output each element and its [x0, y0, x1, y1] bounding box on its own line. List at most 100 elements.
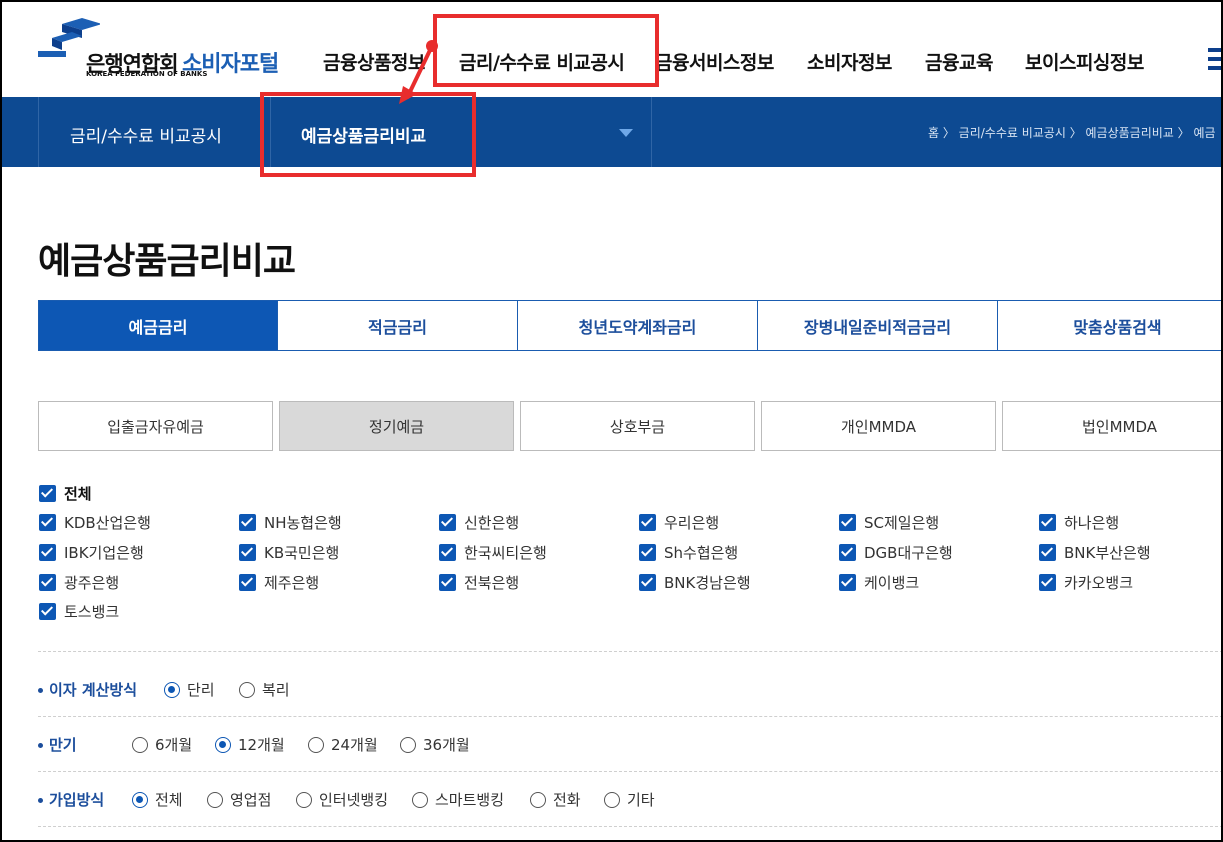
checkbox-bank[interactable]: KB국민은행 [239, 542, 339, 563]
tab-custom-search[interactable]: 맞춤상품검색 [998, 300, 1223, 351]
radio-join-branch[interactable]: 영업점 [207, 789, 271, 810]
radio-label: 12개월 [238, 736, 285, 754]
subnav-level1[interactable]: 금리/수수료 비교공시 [70, 122, 222, 147]
interest-calc-label: 이자 계산방식 [38, 679, 137, 700]
checkbox-bank[interactable]: 하나은행 [1039, 512, 1119, 533]
checkbox-label: 신한은행 [464, 514, 520, 532]
radio-empty-icon [412, 791, 428, 808]
checkbox-label: 우리은행 [664, 514, 720, 532]
radio-label: 단리 [187, 681, 215, 699]
checkbox-bank[interactable]: NH농협은행 [239, 512, 342, 533]
checkbox-bank[interactable]: 광주은행 [39, 572, 119, 593]
site-logo[interactable]: 은행연합회 KOREA FEDERATION OF BANKS 소비자포털 [38, 18, 288, 80]
checkbox-checked-icon [39, 485, 56, 502]
deposit-type-tabs: 입출금자유예금 정기예금 상호부금 개인MMDA 법인MMDA [38, 401, 1223, 451]
checkbox-label: 전체 [64, 485, 92, 503]
checkbox-bank[interactable]: IBK기업은행 [39, 542, 144, 563]
radio-term-36[interactable]: 36개월 [400, 734, 470, 755]
checkbox-checked-icon [239, 544, 256, 561]
radio-term-24[interactable]: 24개월 [308, 734, 378, 755]
checkbox-checked-icon [1039, 544, 1056, 561]
checkbox-label: 제주은행 [264, 574, 320, 592]
checkbox-bank[interactable]: 케이뱅크 [839, 572, 919, 593]
radio-join-internet[interactable]: 인터넷뱅킹 [296, 789, 388, 810]
radio-selected-icon [164, 681, 180, 698]
checkbox-label: DGB대구은행 [864, 544, 953, 562]
checkbox-label: 하나은행 [1064, 514, 1120, 532]
checkbox-label: BNK경남은행 [664, 574, 751, 592]
radio-label: 영업점 [230, 791, 272, 809]
radio-label: 전화 [553, 791, 581, 809]
radio-simple-interest[interactable]: 단리 [164, 679, 215, 700]
checkbox-bank[interactable]: SC제일은행 [839, 512, 939, 533]
checkbox-label: 광주은행 [64, 574, 120, 592]
chevron-down-icon[interactable] [619, 129, 633, 137]
checkbox-label: KB국민은행 [264, 544, 340, 562]
portal-title: 소비자포털 [182, 52, 279, 77]
radio-label: 6개월 [155, 736, 193, 754]
radio-label: 스마트뱅킹 [435, 791, 505, 809]
checkbox-bank[interactable]: 카카오뱅크 [1039, 572, 1133, 593]
radio-join-phone[interactable]: 전화 [530, 789, 581, 810]
checkbox-bank[interactable]: 우리은행 [639, 512, 719, 533]
checkbox-label: KDB산업은행 [64, 514, 151, 532]
radio-empty-icon [132, 736, 148, 753]
radio-join-smart[interactable]: 스마트뱅킹 [412, 789, 504, 810]
radio-empty-icon [207, 791, 223, 808]
gnb-voice-phishing[interactable]: 보이스피싱정보 [1025, 48, 1144, 75]
radio-term-6[interactable]: 6개월 [132, 734, 192, 755]
breadcrumb: 홈 〉 금리/수수료 비교공시 〉 예금상품금리비교 〉 예금 [928, 126, 1216, 140]
checkbox-label: 케이뱅크 [864, 574, 920, 592]
checkbox-label: IBK기업은행 [64, 544, 144, 562]
checkbox-bank[interactable]: KDB산업은행 [39, 512, 151, 533]
checkbox-bank[interactable]: 신한은행 [439, 512, 519, 533]
checkbox-checked-icon [239, 574, 256, 591]
checkbox-bank[interactable]: BNK경남은행 [639, 572, 751, 593]
checkbox-bank[interactable]: 전북은행 [439, 572, 519, 593]
sub-navigation: 금리/수수료 비교공시 예금상품금리비교 홈 〉 금리/수수료 비교공시 〉 예… [0, 97, 1223, 167]
radio-join-all[interactable]: 전체 [132, 789, 183, 810]
tab-youth-leap-account[interactable]: 청년도약계좌금리 [518, 300, 758, 351]
checkbox-label: NH농협은행 [264, 514, 342, 532]
subtab-corporate-mmda[interactable]: 법인MMDA [1002, 401, 1223, 451]
checkbox-bank[interactable]: 제주은행 [239, 572, 319, 593]
gnb-financial-services[interactable]: 금융서비스정보 [655, 48, 774, 75]
gnb-financial-education[interactable]: 금융교육 [925, 48, 993, 75]
divider [38, 97, 39, 167]
checkbox-label: 카카오뱅크 [1064, 574, 1134, 592]
checkbox-label: BNK부산은행 [1064, 544, 1151, 562]
radio-selected-icon [132, 791, 148, 808]
radio-compound-interest[interactable]: 복리 [239, 679, 290, 700]
divider [38, 771, 1223, 772]
radio-term-12[interactable]: 12개월 [215, 734, 285, 755]
tab-deposit-rate[interactable]: 예금금리 [38, 300, 278, 351]
subtab-time-deposit[interactable]: 정기예금 [279, 401, 514, 451]
radio-join-other[interactable]: 기타 [604, 789, 655, 810]
checkbox-checked-icon [439, 574, 456, 591]
main-tabs: 예금금리 적금금리 청년도약계좌금리 장병내일준비적금금리 맞춤상품검색 [38, 300, 1223, 351]
checkbox-bank[interactable]: Sh수협은행 [639, 542, 738, 563]
subtab-installment[interactable]: 상호부금 [520, 401, 755, 451]
checkbox-bank[interactable]: 한국씨티은행 [439, 542, 547, 563]
radio-label: 복리 [262, 681, 290, 699]
checkbox-checked-icon [639, 544, 656, 561]
checkbox-checked-icon [639, 574, 656, 591]
annotation-arrow-icon [399, 40, 438, 104]
tab-savings-rate[interactable]: 적금금리 [278, 300, 518, 351]
checkbox-label: 토스뱅크 [64, 603, 120, 621]
checkbox-all-banks[interactable]: 전체 [39, 483, 92, 504]
radio-empty-icon [296, 791, 312, 808]
gnb-consumer-info[interactable]: 소비자정보 [807, 48, 892, 75]
menu-icon[interactable] [1208, 48, 1222, 74]
checkbox-bank[interactable]: BNK부산은행 [1039, 542, 1151, 563]
subtab-demand-deposit[interactable]: 입출금자유예금 [38, 401, 273, 451]
checkbox-bank[interactable]: DGB대구은행 [839, 542, 953, 563]
tab-soldier-savings[interactable]: 장병내일준비적금금리 [758, 300, 998, 351]
page-title: 예금상품금리비교 [38, 241, 296, 282]
checkbox-checked-icon [839, 574, 856, 591]
radio-label: 전체 [155, 791, 183, 809]
checkbox-checked-icon [39, 544, 56, 561]
checkbox-bank[interactable]: 토스뱅크 [39, 601, 119, 622]
checkbox-checked-icon [839, 544, 856, 561]
subtab-personal-mmda[interactable]: 개인MMDA [761, 401, 996, 451]
